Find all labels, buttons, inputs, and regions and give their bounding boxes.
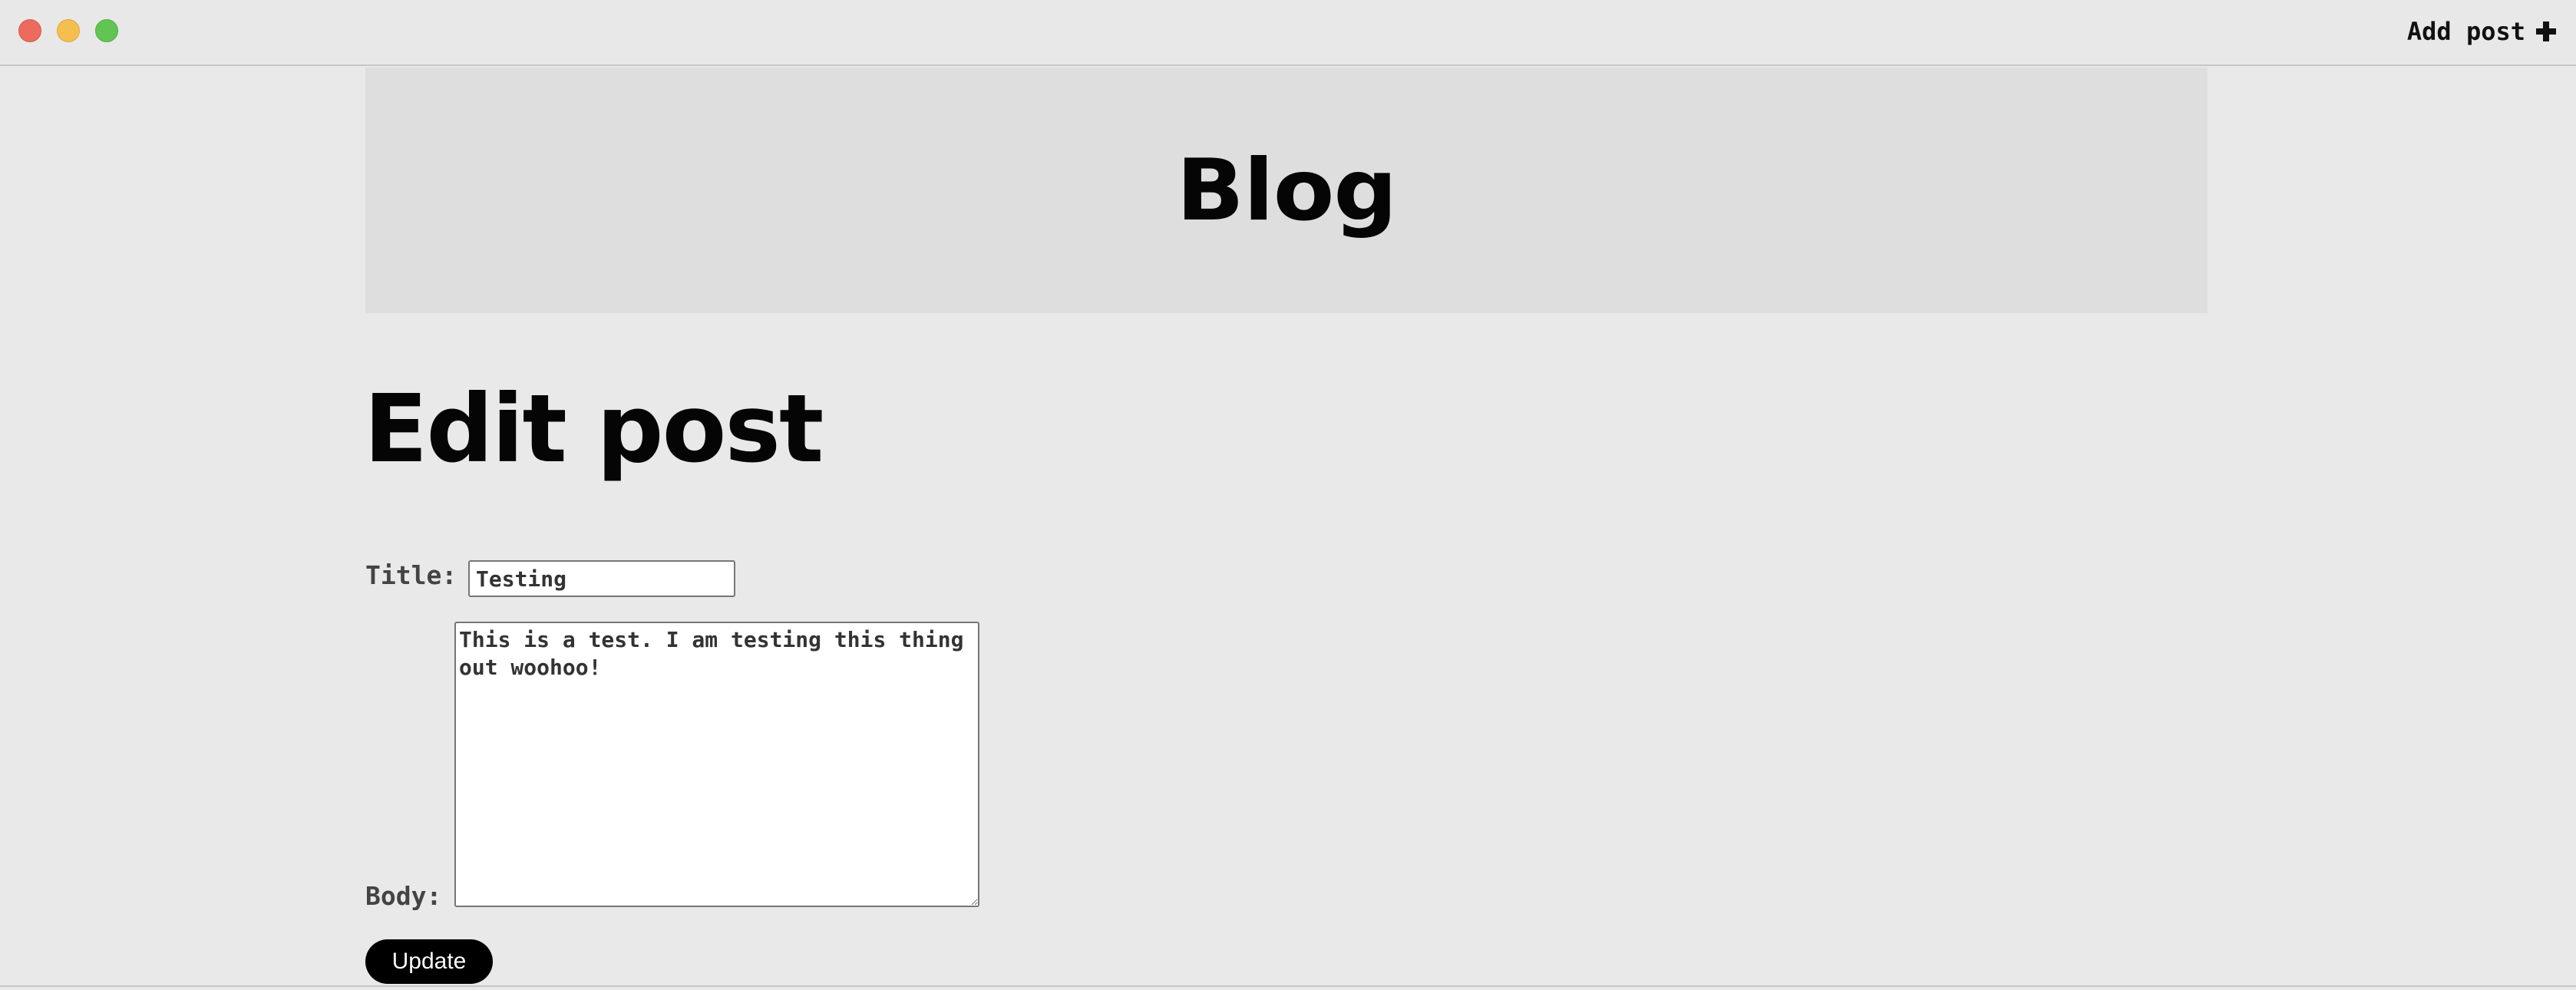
title-input[interactable]	[468, 560, 735, 597]
update-button[interactable]: Update	[365, 939, 493, 984]
title-bar: Add post	[0, 0, 2576, 66]
plus-icon	[2536, 21, 2556, 41]
add-post-label: Add post	[2406, 17, 2525, 46]
blog-title: Blog	[1176, 140, 1398, 240]
add-post-link[interactable]: Add post	[2407, 14, 2556, 49]
body-label: Body:	[365, 881, 442, 911]
window-bottom-edge	[0, 985, 2576, 987]
body-textarea[interactable]: This is a test. I am testing this thing …	[454, 622, 979, 907]
title-label: Title:	[365, 560, 457, 590]
minimize-window-button[interactable]	[57, 19, 80, 42]
maximize-window-button[interactable]	[95, 19, 118, 42]
browser-window: Add post Blog Edit post Title: This is a…	[0, 0, 2576, 990]
page-heading: Edit post	[364, 375, 824, 483]
close-window-button[interactable]	[18, 19, 41, 42]
blog-header-banner: Blog	[365, 68, 2208, 313]
